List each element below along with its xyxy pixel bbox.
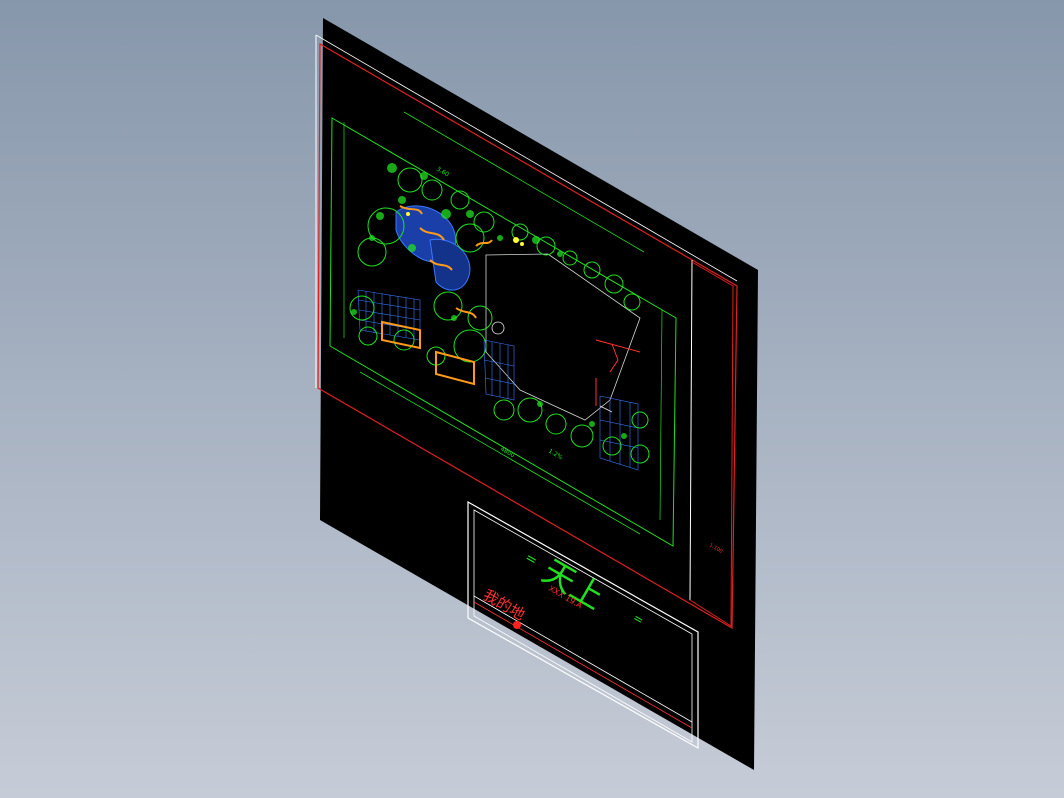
viewport-canvas[interactable]: 1:100 3.60 1.2% 4800 = 天上 XXX 19.A 我的地 = xyxy=(0,0,1064,798)
title-stamp-icon xyxy=(513,621,521,629)
cad-3d-viewport[interactable]: 1:100 3.60 1.2% 4800 = 天上 XXX 19.A 我的地 = xyxy=(0,0,1064,798)
